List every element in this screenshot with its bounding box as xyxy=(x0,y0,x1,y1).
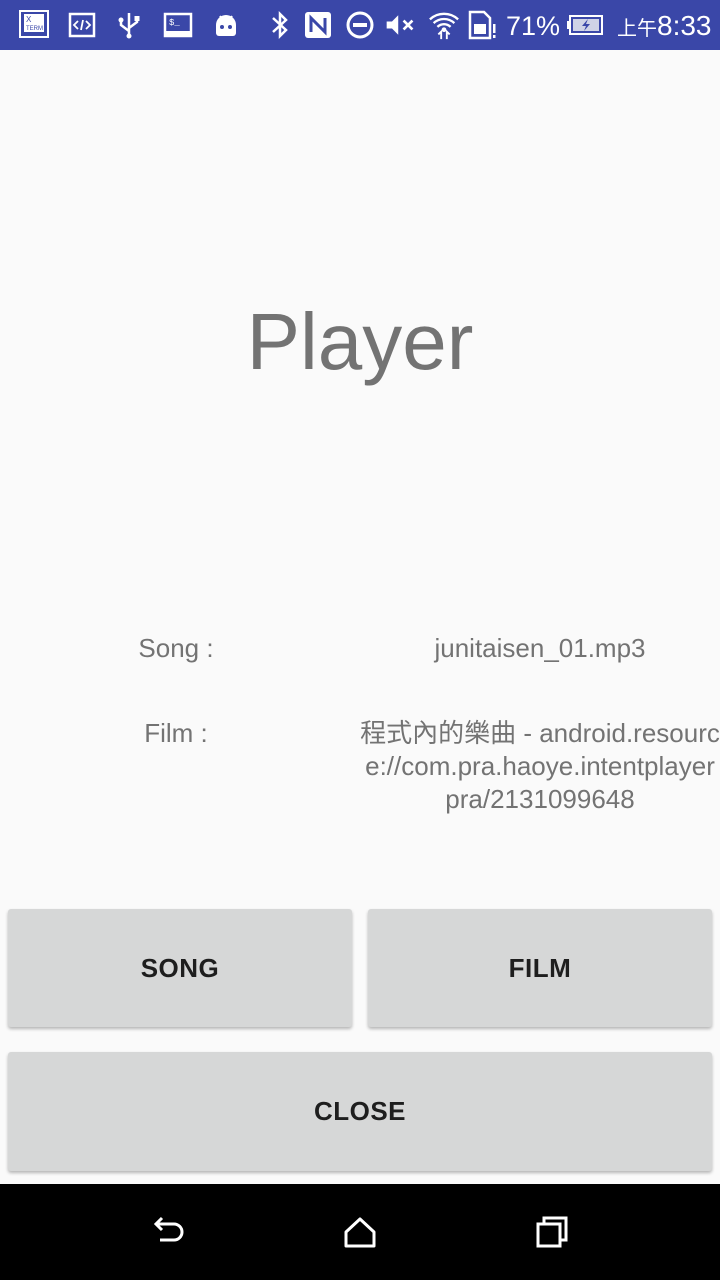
film-button[interactable]: FILM xyxy=(368,909,712,1027)
battery-percent: 71% xyxy=(506,11,561,41)
recents-icon[interactable] xyxy=(528,1208,576,1256)
film-value: 程式內的樂曲 - android.resource://com.pra.haoy… xyxy=(360,718,720,814)
song-value: junitaisen_01.mp3 xyxy=(434,633,646,663)
battery-charging-icon xyxy=(566,9,606,41)
home-icon[interactable] xyxy=(336,1208,384,1256)
do-not-disturb-icon xyxy=(344,9,376,41)
close-button[interactable]: CLOSE xyxy=(8,1052,712,1171)
svg-text:$_: $_ xyxy=(169,18,180,28)
svg-text:X: X xyxy=(26,15,32,24)
code-icon xyxy=(66,9,98,41)
sim-icon xyxy=(466,9,498,41)
svg-text:TERM: TERM xyxy=(26,26,43,32)
screen: X TERM $_ 71% 上午8:33 Player Song: junit… xyxy=(0,0,720,1280)
android-icon xyxy=(210,9,242,41)
nfc-icon xyxy=(302,9,334,41)
back-icon[interactable] xyxy=(144,1208,192,1256)
usb-icon xyxy=(113,9,145,41)
mute-icon xyxy=(384,9,416,41)
clock-time: 8:33 xyxy=(657,10,712,41)
film-label: Film : xyxy=(144,718,208,748)
page-title: Player xyxy=(246,297,474,386)
bluetooth-icon xyxy=(264,9,296,41)
terminal-icon: $_ xyxy=(162,9,194,41)
clock: 上午8:33 xyxy=(617,10,712,42)
clock-ampm: 上午 xyxy=(617,18,657,40)
wifi-icon xyxy=(428,9,460,41)
navigation-bar xyxy=(0,1184,720,1280)
song-button[interactable]: SONG xyxy=(8,909,352,1027)
status-bar: X TERM $_ 71% 上午8:33 xyxy=(0,0,720,50)
xterm-icon: X TERM xyxy=(18,9,50,41)
song-label: Song : xyxy=(138,633,214,663)
